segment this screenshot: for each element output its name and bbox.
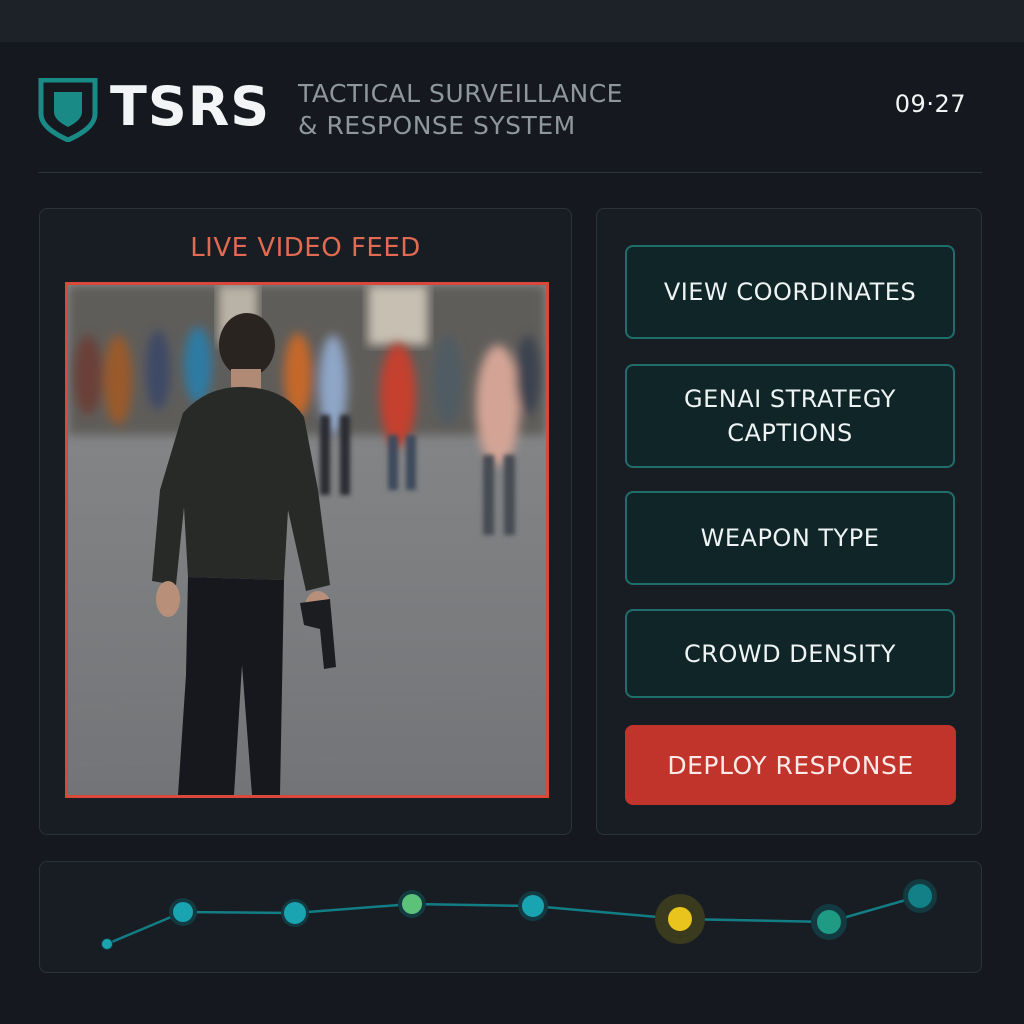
timeline-node-dot [284,902,306,924]
timeline-node-dot [908,884,932,908]
timeline-node-dot [522,895,544,917]
deploy-response-button[interactable]: DEPLOY RESPONSE [625,725,956,805]
feed-title: LIVE VIDEO FEED [190,233,421,263]
timeline-node-dot [173,902,193,922]
deploy-response-label: DEPLOY RESPONSE [667,750,914,780]
weapon-type-button[interactable]: WEAPON TYPE [625,491,955,585]
timeline-node-6[interactable] [655,894,705,944]
timeline-node-dot [668,907,692,931]
genai-label-line-2: CAPTIONS [727,419,853,447]
crowd-density-button[interactable]: CROWD DENSITY [625,609,955,698]
view-coordinates-button[interactable]: VIEW COORDINATES [625,245,955,339]
shield-logo-icon [38,78,98,142]
timeline-line [106,894,921,946]
genai-label-line-1: GENAI STRATEGY [684,385,896,413]
app-header: TSRS TACTICAL SURVEILLANCE & RESPONSE SY… [38,74,982,144]
view-coordinates-label: VIEW COORDINATES [663,278,917,306]
live-video-feed[interactable] [65,282,549,798]
timeline-node-1[interactable] [101,938,113,950]
subtitle-line-1: TACTICAL SURVEILLANCE [298,79,623,108]
timeline-node-dot [102,939,112,949]
top-bar [0,0,1024,42]
timeline-node-dot [817,910,841,934]
timeline-node-2[interactable] [169,898,197,926]
timeline-node-8[interactable] [903,879,937,913]
timeline-node-5[interactable] [518,891,548,921]
crowd-density-label: CROWD DENSITY [684,639,896,668]
app-brand: TSRS [110,75,271,138]
header-divider [38,172,982,173]
action-panel: VIEW COORDINATES GENAI STRATEGY CAPTIONS… [596,208,982,835]
timeline-node-dot [402,894,422,914]
timeline-node-3[interactable] [281,899,309,927]
timeline-node-7[interactable] [811,904,847,940]
event-timeline [39,861,982,973]
genai-strategy-captions-button[interactable]: GENAI STRATEGY CAPTIONS [625,364,955,468]
timeline-node-4[interactable] [398,890,426,918]
clock: 09·27 [894,90,966,118]
subtitle-line-2: & RESPONSE SYSTEM [298,111,576,140]
app-subtitle: TACTICAL SURVEILLANCE & RESPONSE SYSTEM [298,78,623,142]
video-panel: LIVE VIDEO FEED [39,208,572,835]
weapon-type-label: WEAPON TYPE [700,524,880,552]
timeline-graph [101,879,937,950]
video-frame-image [68,285,546,795]
